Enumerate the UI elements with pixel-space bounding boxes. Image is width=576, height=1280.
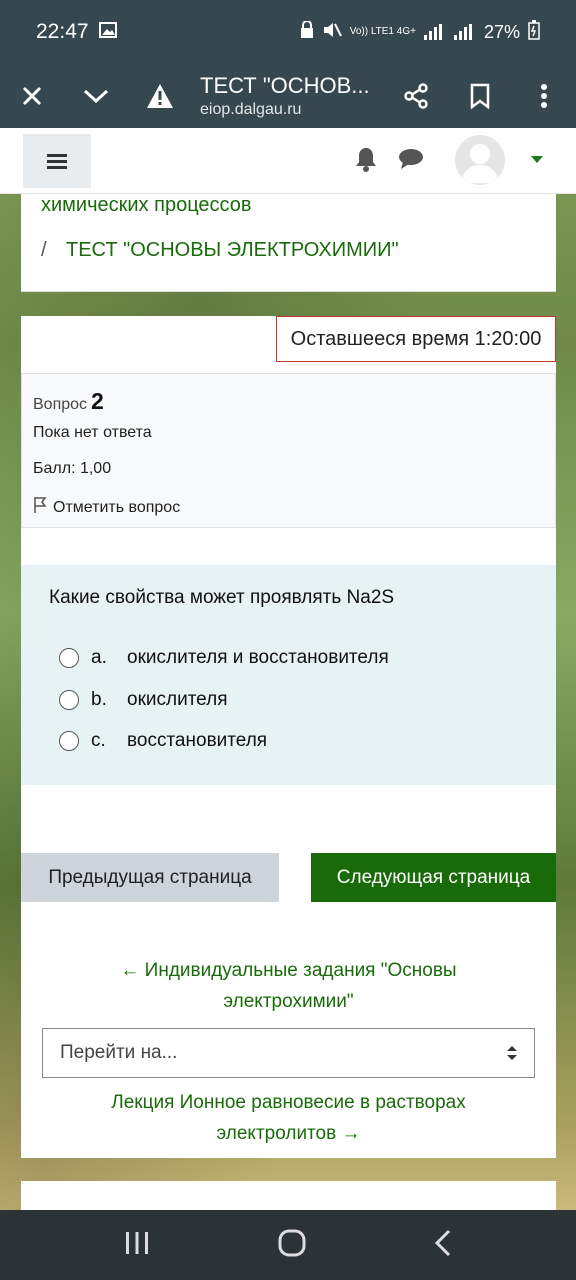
question-score: Балл: 1,00 bbox=[33, 460, 112, 477]
option-text: восстановителя bbox=[127, 730, 268, 751]
chat-icon[interactable] bbox=[398, 148, 424, 175]
bookmark-icon[interactable] bbox=[448, 64, 512, 128]
breadcrumb-separator: / bbox=[41, 239, 47, 261]
chevron-down-icon[interactable] bbox=[64, 64, 128, 128]
option-letter: c. bbox=[91, 730, 106, 751]
breadcrumb-parent-link[interactable]: химических процессов bbox=[41, 194, 252, 217]
question-number: 2 bbox=[91, 388, 104, 414]
option-letter: a. bbox=[91, 647, 107, 668]
previous-activity-line1: ← Индивидуальные задания "Основы bbox=[120, 960, 457, 981]
breadcrumb: химических процессов / ТЕСТ "ОСНОВЫ ЭЛЕК… bbox=[21, 194, 556, 292]
answer-option-a[interactable]: a. окислителя и восстановителя bbox=[59, 647, 389, 669]
battery-icon bbox=[528, 19, 540, 45]
close-icon[interactable] bbox=[0, 64, 64, 128]
next-page-button[interactable]: Следующая страница bbox=[311, 853, 556, 902]
breadcrumb-current-link[interactable]: ТЕСТ "ОСНОВЫ ЭЛЕКТРОХИМИИ" bbox=[66, 239, 399, 262]
question-label: Вопрос bbox=[33, 396, 88, 413]
radio-button[interactable] bbox=[59, 648, 79, 668]
jump-to-placeholder: Перейти на... bbox=[60, 1042, 178, 1063]
status-bar: 22:47 Vo)) LTE1 4G+ 27% bbox=[0, 0, 576, 64]
timer-badge: Оставшееся время 1:20:00 bbox=[276, 316, 556, 362]
status-right: Vo)) LTE1 4G+ 27% bbox=[300, 19, 540, 45]
question-info-panel: Вопрос 2 Пока нет ответа Балл: 1,00 Отмет… bbox=[21, 373, 556, 528]
option-text: окислителя bbox=[127, 689, 228, 710]
next-activity-line1: Лекция Ионное равновесие в растворах bbox=[111, 1092, 466, 1113]
previous-page-button[interactable]: Предыдущая страница bbox=[21, 853, 279, 902]
user-menu-caret-icon[interactable] bbox=[531, 156, 543, 163]
answer-option-c[interactable]: c. восстановителя bbox=[59, 730, 267, 752]
mute-icon bbox=[322, 21, 342, 44]
menu-button[interactable] bbox=[23, 134, 91, 188]
previous-activity-line2: электрохимии" bbox=[223, 991, 354, 1012]
updown-icon bbox=[506, 1045, 518, 1067]
hamburger-icon bbox=[47, 151, 67, 172]
share-icon[interactable] bbox=[384, 64, 448, 128]
question-status: Пока нет ответа bbox=[33, 424, 152, 441]
bell-icon[interactable] bbox=[354, 146, 378, 177]
jump-to-select[interactable]: Перейти на... bbox=[42, 1028, 535, 1078]
system-nav-bar bbox=[0, 1210, 576, 1280]
signal-icon bbox=[423, 24, 446, 40]
footer-card bbox=[21, 1181, 556, 1210]
lock-icon bbox=[300, 19, 314, 44]
flag-icon bbox=[33, 496, 47, 519]
back-icon[interactable] bbox=[434, 1229, 452, 1262]
site-header bbox=[0, 128, 576, 194]
page-url: eiop.dalgau.ru bbox=[200, 101, 302, 118]
option-letter: b. bbox=[91, 689, 107, 710]
next-activity-line2: электролитов → bbox=[216, 1123, 361, 1144]
warning-icon[interactable] bbox=[128, 64, 192, 128]
radio-button[interactable] bbox=[59, 731, 79, 751]
question-text: Какие свойства может проявлять Na2S bbox=[49, 587, 395, 608]
option-text: окислителя и восстановителя bbox=[127, 647, 389, 668]
gallery-icon bbox=[98, 20, 117, 44]
previous-activity-link[interactable]: ← Индивидуальные задания "Основы электро… bbox=[21, 955, 556, 1017]
next-activity-link[interactable]: Лекция Ионное равновесие в растворах эле… bbox=[21, 1087, 556, 1149]
radio-button[interactable] bbox=[59, 690, 79, 710]
recent-apps-icon[interactable] bbox=[124, 1231, 150, 1260]
battery-label: 27% bbox=[483, 21, 520, 42]
quiz-card: Оставшееся время 1:20:00 Вопрос 2 Пока не… bbox=[21, 316, 556, 1158]
home-icon[interactable] bbox=[278, 1229, 306, 1262]
more-vert-icon[interactable] bbox=[512, 64, 576, 128]
signal-icon bbox=[453, 24, 476, 40]
status-time: 22:47 bbox=[36, 20, 89, 43]
answer-option-b[interactable]: b. окислителя bbox=[59, 689, 228, 711]
question-number-label: Вопрос 2 bbox=[33, 388, 104, 415]
browser-toolbar: ТЕСТ "ОСНОВ... eiop.dalgau.ru bbox=[0, 64, 576, 128]
page-title: ТЕСТ "ОСНОВ... bbox=[200, 73, 370, 98]
avatar[interactable] bbox=[455, 135, 505, 185]
address-bar[interactable]: ТЕСТ "ОСНОВ... eiop.dalgau.ru bbox=[192, 73, 384, 119]
question-box: Какие свойства может проявлять Na2S a. о… bbox=[21, 565, 556, 785]
flag-question-label: Отметить вопрос bbox=[53, 498, 181, 516]
flag-question-link[interactable]: Отметить вопрос bbox=[33, 496, 180, 519]
network-label: Vo)) LTE1 4G+ bbox=[349, 26, 416, 37]
